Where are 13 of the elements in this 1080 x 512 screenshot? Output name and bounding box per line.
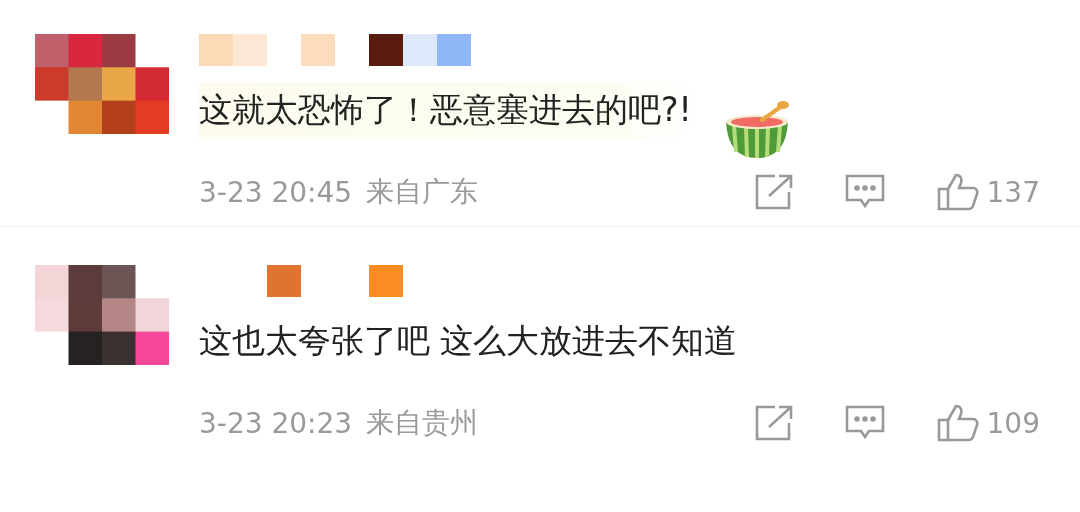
comment-location: 来自贵州 xyxy=(366,405,479,441)
comment-location: 来自广东 xyxy=(366,174,479,210)
comment-icon[interactable] xyxy=(844,405,885,441)
share-icon[interactable] xyxy=(754,405,793,441)
thumbs-up-icon[interactable] xyxy=(936,404,979,442)
comment-icon[interactable] xyxy=(844,174,885,210)
like-count: 137 xyxy=(986,175,1040,209)
share-icon[interactable] xyxy=(754,174,793,210)
like-count: 109 xyxy=(986,406,1040,440)
comment-text: 这也太夸张了吧 这么大放进去不知道 xyxy=(199,319,739,362)
thumbs-up-icon[interactable] xyxy=(936,173,979,211)
comment-time: 3-23 20:23 xyxy=(199,406,353,440)
comment-time: 3-23 20:45 xyxy=(199,175,353,209)
